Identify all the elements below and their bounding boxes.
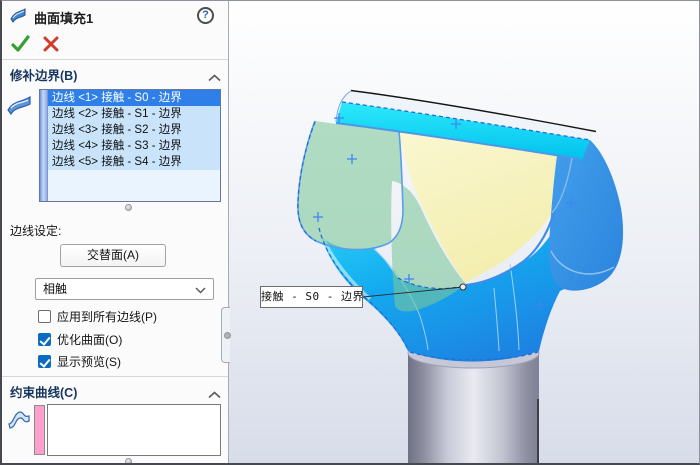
help-icon[interactable]: ? <box>197 7 214 24</box>
cancel-button[interactable] <box>42 35 60 58</box>
chevron-down-icon <box>195 287 206 294</box>
checkbox[interactable] <box>38 310 51 323</box>
checkbox[interactable] <box>38 333 51 346</box>
checkbox[interactable] <box>38 355 51 368</box>
list-item-edge-3[interactable]: 边线 <3> 接触 - S2 - 边界 <box>48 122 220 138</box>
edge-settings-label: 边线设定: <box>10 222 61 239</box>
list-item-edge-4[interactable]: 边线 <4> 接触 - S3 - 边界 <box>48 138 220 154</box>
edge-callout[interactable]: 接触 - S0 - 边界 <box>260 286 363 308</box>
section-patch-boundary-header[interactable]: 修补边界(B) <box>10 65 77 84</box>
divider <box>2 59 228 60</box>
chevron-up-icon[interactable] <box>208 69 221 87</box>
list-item-edge-2[interactable]: 边线 <2> 接触 - S1 - 边界 <box>48 106 220 122</box>
edge-selection-list[interactable]: 边线 <1> 接触 - S0 - 边界 边线 <2> 接触 - S1 - 边界 … <box>39 89 221 202</box>
divider <box>2 376 228 377</box>
panel-title: 曲面填充1 <box>34 8 93 27</box>
show-preview-checkbox-row[interactable]: 显示预览(S) <box>38 353 121 370</box>
apply-all-edges-checkbox-row[interactable]: 应用到所有边线(P) <box>38 308 157 325</box>
surface-fill-icon <box>9 7 28 29</box>
checkbox-label[interactable]: 优化曲面(O) <box>57 331 122 348</box>
app-window: 接触 - S0 - 边界 曲面填充1 ? 修补边界(B) <box>0 0 700 465</box>
optimize-surface-checkbox-row[interactable]: 优化曲面(O) <box>38 331 122 348</box>
section-constraint-curves-header[interactable]: 约束曲线(C) <box>10 382 77 401</box>
curvature-control-dropdown[interactable]: 相触 <box>35 278 214 300</box>
list-item-edge-1[interactable]: 边线 <1> 接触 - S0 - 边界 <box>48 90 220 106</box>
constraint-curve-icon <box>6 408 32 435</box>
callout-anchor-point[interactable] <box>460 284 466 290</box>
alternate-face-button[interactable]: 交替面(A) <box>60 244 166 267</box>
model-canvas[interactable] <box>229 1 700 465</box>
list-resize-handle[interactable] <box>125 204 132 211</box>
chevron-up-icon[interactable] <box>208 386 221 404</box>
constraint-curves-list[interactable] <box>47 404 221 456</box>
panel-splitter-handle[interactable] <box>221 307 230 363</box>
checkbox-label[interactable]: 显示预览(S) <box>57 353 121 370</box>
graphics-viewport[interactable]: 接触 - S0 - 边界 <box>229 1 700 465</box>
boundary-select-icon <box>5 93 33 122</box>
list-resize-handle[interactable] <box>125 458 132 465</box>
list-item-edge-5[interactable]: 边线 <5> 接触 - S4 - 边界 <box>48 154 220 170</box>
property-manager-panel: 曲面填充1 ? 修补边界(B) 边线 <1> 接触 - S0 - 边界 边线 <… <box>2 1 229 463</box>
checkbox-label[interactable]: 应用到所有边线(P) <box>57 308 157 325</box>
constraint-selection-color-bar <box>34 405 45 455</box>
selection-color-bar <box>40 90 48 201</box>
ok-button[interactable] <box>10 34 32 59</box>
dropdown-value: 相触 <box>43 282 67 296</box>
